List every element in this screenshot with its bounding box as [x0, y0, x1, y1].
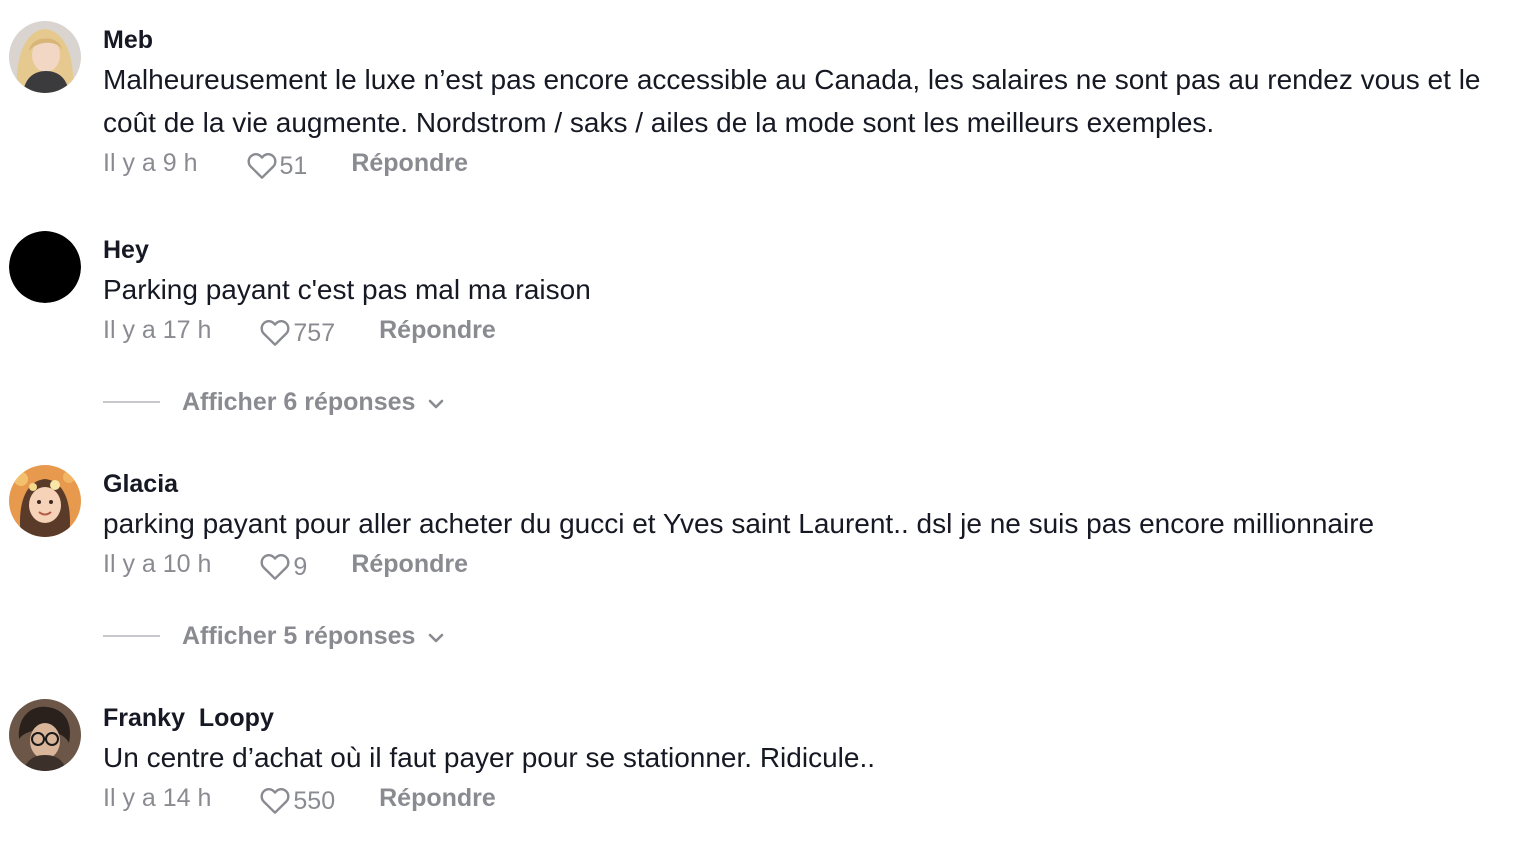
avatar[interactable]: [9, 231, 81, 303]
view-replies-label: Afficher 5 réponses: [182, 621, 416, 650]
view-replies-button[interactable]: Afficher 5 réponses: [103, 619, 445, 653]
reply-button[interactable]: Répondre: [351, 550, 468, 579]
chevron-down-icon: [429, 633, 444, 643]
comment-meta: Il y a 10 h 9 Répondre: [103, 547, 468, 581]
like-count: 757: [293, 318, 336, 347]
divider-line: [103, 635, 160, 637]
comment-text: Un centre d’achat où il faut payer pour …: [103, 742, 875, 773]
username[interactable]: Meb: [103, 25, 153, 55]
username[interactable]: Glacia: [103, 469, 178, 499]
like-button[interactable]: 757: [259, 313, 335, 347]
like-button[interactable]: 51: [246, 146, 308, 180]
reply-button[interactable]: Répondre: [351, 149, 468, 178]
like-button[interactable]: 9: [259, 547, 307, 581]
avatar[interactable]: [9, 465, 81, 537]
comment-text: parking payant pour aller acheter du guc…: [103, 508, 1375, 539]
comment-timestamp: Il y a 14 h: [103, 783, 212, 812]
heart-outline-icon: [247, 153, 276, 179]
comment-timestamp: Il y a 17 h: [103, 315, 212, 344]
comment-text: Malheureusement le luxe n’est pas encore…: [103, 64, 1481, 138]
like-count: 550: [293, 786, 336, 815]
heart-outline-icon: [260, 788, 290, 814]
comment-meta: Il y a 14 h 550 Répondre: [103, 781, 496, 815]
view-replies-button[interactable]: Afficher 6 réponses: [103, 385, 445, 419]
like-button[interactable]: 550: [259, 781, 335, 815]
chevron-down-icon: [429, 399, 444, 409]
comments-panel: Meb Malheureusement le luxe n’est pas en…: [0, 0, 1526, 860]
comment-meta: Il y a 9 h 51 Répondre: [103, 146, 468, 180]
divider-line: [103, 401, 160, 403]
like-count: 51: [279, 151, 308, 180]
avatar[interactable]: [9, 21, 81, 93]
avatar[interactable]: [9, 699, 81, 771]
comment-timestamp: Il y a 9 h: [103, 148, 198, 177]
like-count: 9: [293, 552, 308, 581]
comment-timestamp: Il y a 10 h: [103, 549, 212, 578]
heart-outline-icon: [260, 320, 290, 346]
comment-meta: Il y a 17 h 757 Répondre: [103, 313, 496, 347]
username[interactable]: Hey: [103, 235, 149, 265]
username[interactable]: Franky Loopy: [103, 703, 274, 733]
comment-text: Parking payant c'est pas mal ma raison: [103, 274, 591, 305]
view-replies-label: Afficher 6 réponses: [182, 387, 416, 416]
reply-button[interactable]: Répondre: [379, 784, 496, 813]
reply-button[interactable]: Répondre: [379, 316, 496, 345]
heart-outline-icon: [260, 554, 290, 580]
